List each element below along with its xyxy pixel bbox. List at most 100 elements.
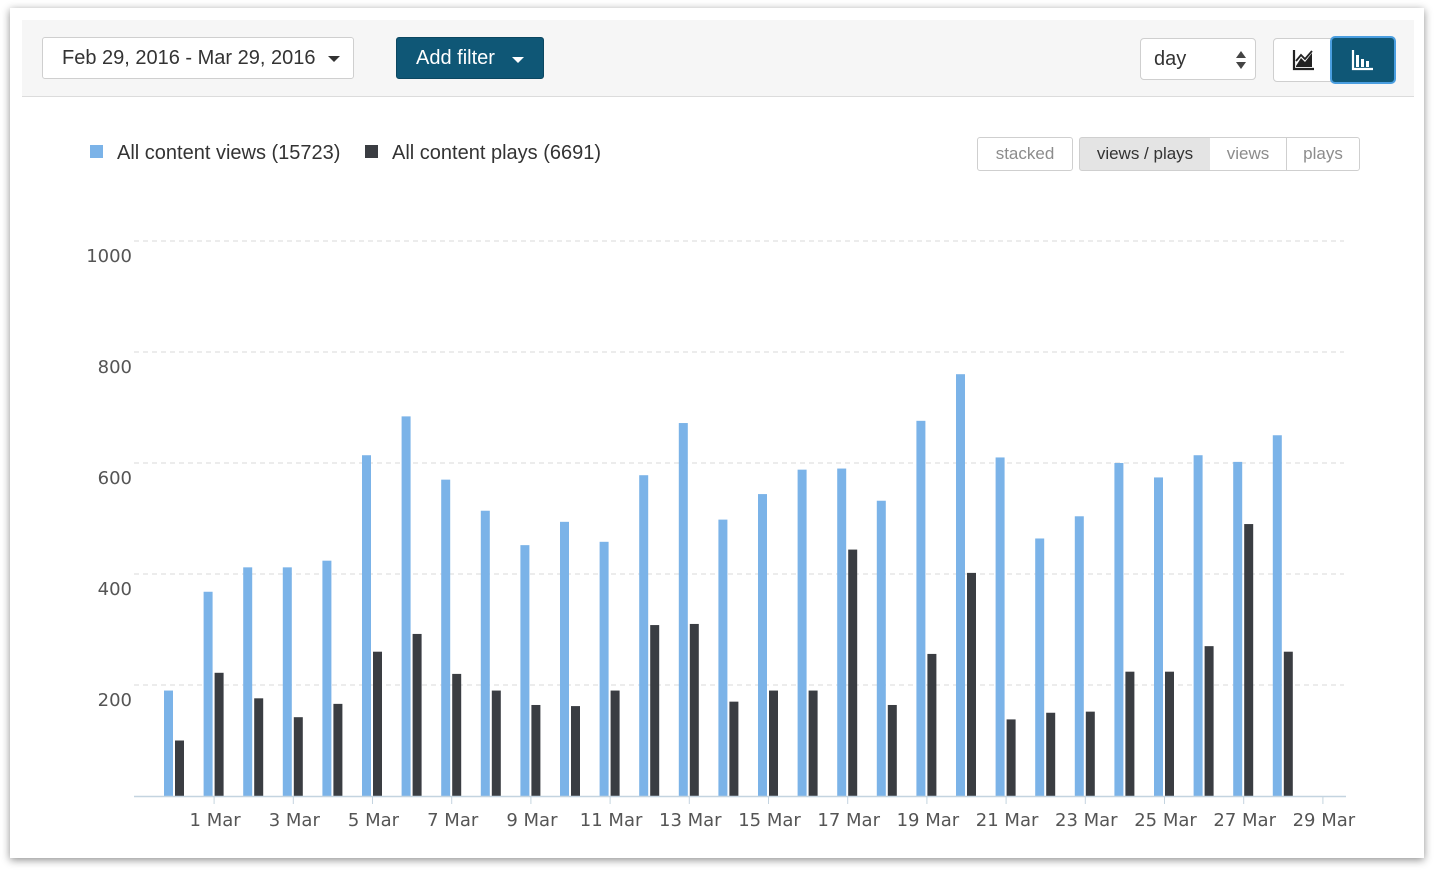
- views-bar: [1114, 463, 1124, 796]
- plays-bar: [848, 549, 858, 796]
- views-bar: [956, 374, 965, 796]
- views-bar: [639, 475, 649, 796]
- plays-bar: [1085, 711, 1095, 796]
- views-bar: [1193, 455, 1203, 796]
- line-chart-button[interactable]: [1274, 39, 1333, 81]
- plays-bar: [1204, 646, 1214, 796]
- x-tick-label: 11 Mar: [580, 810, 643, 831]
- plays-bar: [689, 623, 699, 796]
- views-bar: [1272, 435, 1282, 796]
- plays-bar: [1125, 671, 1135, 796]
- x-tick-label: 25 Mar: [1134, 810, 1197, 831]
- plays-bar: [373, 651, 382, 796]
- plays-bar: [412, 633, 422, 796]
- views-bar: [876, 500, 886, 796]
- x-tick-label: 15 Mar: [738, 810, 801, 831]
- views-bar: [243, 567, 253, 796]
- plays-bar: [887, 704, 897, 796]
- x-tick-label: 9 Mar: [506, 810, 558, 831]
- toolbar: Feb 29, 2016 - Mar 29, 2016 Add filter d…: [22, 20, 1414, 97]
- line-chart-icon: [1292, 50, 1314, 71]
- views-bar: [995, 457, 1005, 796]
- plays-bar: [927, 653, 937, 796]
- mode-views-plays-button[interactable]: views / plays: [1079, 137, 1211, 171]
- plays-bar: [1046, 712, 1056, 796]
- plays-bar: [1244, 524, 1254, 796]
- y-tick-label: 200: [98, 690, 132, 711]
- plays-bar: [1165, 671, 1174, 796]
- x-tick-label: 17 Mar: [817, 810, 880, 831]
- legend-swatch-plays: [365, 145, 378, 159]
- y-tick-label: 400: [98, 579, 132, 600]
- mode-plays-button[interactable]: plays: [1286, 137, 1360, 171]
- plays-bar: [333, 703, 343, 796]
- views-bar: [797, 469, 807, 796]
- x-tick-label: 27 Mar: [1213, 810, 1276, 831]
- mode-views-button[interactable]: views: [1210, 137, 1287, 171]
- plays-bar: [967, 572, 976, 796]
- views-bar: [164, 690, 173, 796]
- legend-item-plays[interactable]: All content plays (6691): [365, 138, 601, 168]
- plays-bar: [491, 690, 501, 796]
- legend-item-views[interactable]: All content views (15723): [90, 138, 340, 168]
- mode-stacked-button[interactable]: stacked: [977, 137, 1073, 171]
- views-bar: [362, 455, 371, 796]
- views-bar: [441, 479, 451, 796]
- legend-label-plays: All content plays (6691): [392, 142, 602, 164]
- plays-bar: [610, 690, 620, 796]
- views-bar: [837, 468, 847, 796]
- interval-value: day: [1154, 48, 1187, 70]
- views-bar: [758, 494, 767, 796]
- views-bar: [1233, 461, 1243, 796]
- views-bar: [718, 519, 728, 796]
- views-bar: [678, 423, 688, 796]
- x-tick-label: 7 Mar: [427, 810, 479, 831]
- x-tick-label: 21 Mar: [976, 810, 1039, 831]
- plays-bar: [1283, 651, 1293, 796]
- x-tick-label: 1 Mar: [190, 810, 242, 831]
- bar-chart: 200 400 600 800 1000 1 Mar 3 Mar 5 Mar 7 Mar 9 M…: [86, 240, 1356, 831]
- views-bar: [520, 545, 530, 796]
- views-bar: [480, 510, 490, 796]
- plays-bar: [650, 625, 660, 796]
- plays-bar: [769, 690, 778, 796]
- plays-bar: [808, 690, 818, 796]
- views-bar: [1154, 477, 1163, 796]
- y-tick-label: 1000: [86, 246, 132, 267]
- x-tick-label: 29 Mar: [1293, 810, 1356, 831]
- chevron-down-icon: [512, 57, 524, 63]
- x-tick-label: 13 Mar: [659, 810, 722, 831]
- chevron-down-icon: [328, 56, 340, 62]
- x-tick-label: 23 Mar: [1055, 810, 1118, 831]
- y-tick-label: 800: [98, 357, 132, 378]
- add-filter-button[interactable]: Add filter: [396, 37, 544, 79]
- views-bar: [1074, 516, 1084, 796]
- legend-label-views: All content views (15723): [117, 142, 341, 164]
- plays-bar: [531, 704, 541, 796]
- date-range-picker[interactable]: Feb 29, 2016 - Mar 29, 2016: [42, 37, 354, 79]
- plays-bar: [729, 701, 739, 796]
- analytics-panel: Feb 29, 2016 - Mar 29, 2016 Add filter d…: [10, 8, 1424, 858]
- y-tick-label: 600: [98, 468, 132, 489]
- views-bar: [203, 591, 213, 796]
- plays-bar: [293, 717, 303, 796]
- bar-chart-button[interactable]: [1332, 38, 1394, 82]
- x-tick-label: 19 Mar: [897, 810, 960, 831]
- bar-chart-icon: [1351, 50, 1373, 71]
- plays-bar: [175, 740, 184, 796]
- plays-bar: [254, 698, 264, 796]
- plays-bar: [571, 706, 580, 796]
- views-bar: [322, 560, 332, 796]
- add-filter-label: Add filter: [416, 47, 495, 69]
- views-bar: [599, 541, 609, 796]
- views-bar: [560, 521, 569, 796]
- select-arrows-icon: [1236, 51, 1246, 69]
- x-tick-label: 3 Mar: [269, 810, 321, 831]
- date-range-label: Feb 29, 2016 - Mar 29, 2016: [62, 47, 316, 69]
- chart-view-toggle: [1273, 38, 1394, 82]
- views-bar: [282, 567, 292, 796]
- plays-bar: [214, 672, 224, 796]
- plays-bar: [1006, 719, 1016, 796]
- views-bar: [401, 416, 411, 796]
- interval-select[interactable]: day: [1140, 38, 1256, 80]
